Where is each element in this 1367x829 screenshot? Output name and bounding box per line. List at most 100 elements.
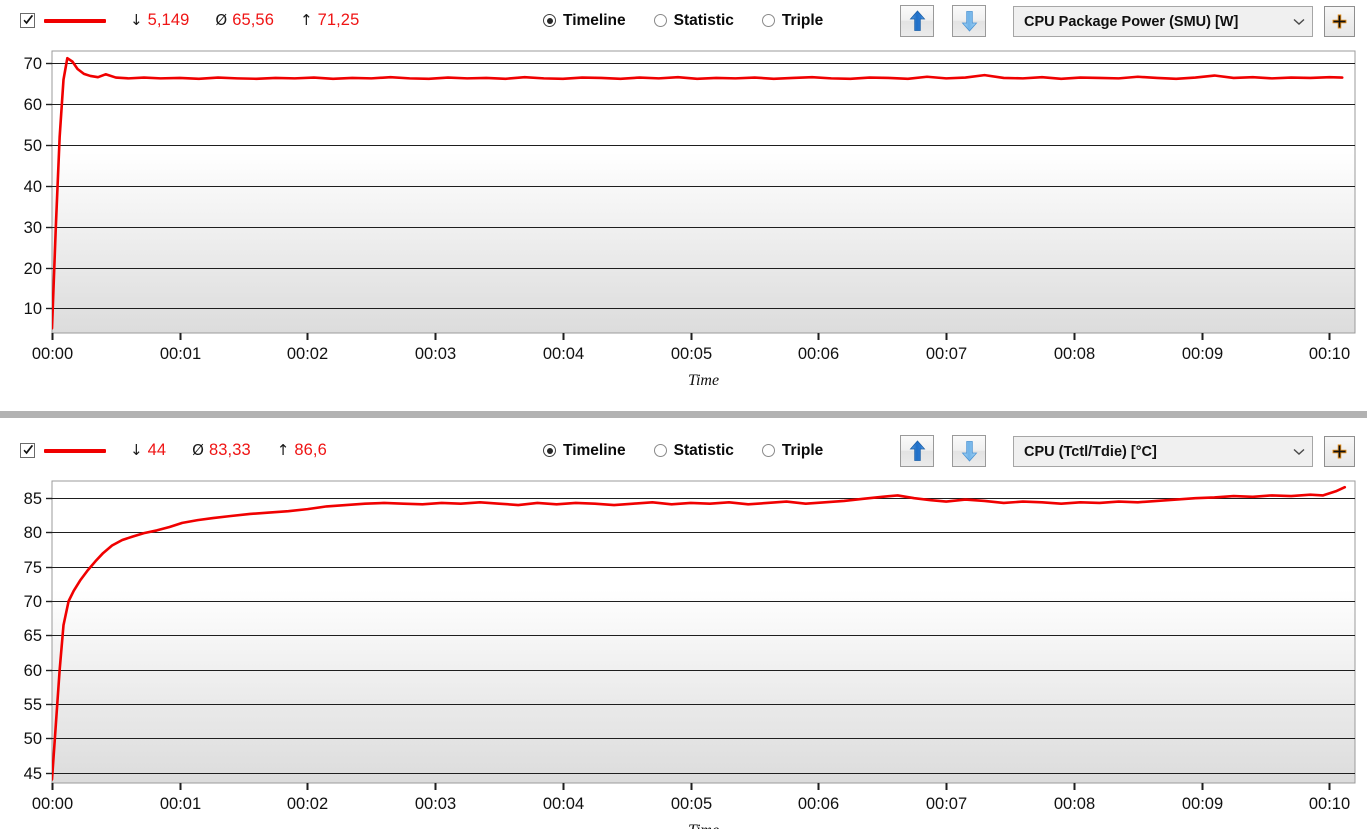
- radio-statistic[interactable]: Statistic: [653, 11, 734, 30]
- radio-dot-icon: [761, 444, 775, 457]
- plot-background: [51, 50, 1356, 334]
- radio-timeline[interactable]: Timeline: [543, 442, 626, 460]
- sensor-select-value: CPU (Tctl/Tdie) [°C]: [1024, 443, 1157, 460]
- sensor-select-value: CPU Package Power (SMU) [W]: [1024, 13, 1239, 30]
- stat-maximum-value: 71,25: [317, 11, 360, 29]
- y-axis-tick-label: 70: [24, 55, 42, 73]
- sensor-select[interactable]: CPU Package Power (SMU) [W]: [1013, 6, 1313, 37]
- view-mode-radio-group: Timeline Statistic Triple: [543, 430, 851, 471]
- hwinfo-sensor-graphs-window: ↓ 5,149 Ø 65,56 ↑ 71,25 Timeline Statist…: [0, 0, 1367, 829]
- move-up-button[interactable]: [900, 435, 934, 467]
- down-arrow-icon: ↓: [130, 11, 143, 29]
- stat-minimum: ↓ 5,149: [130, 11, 189, 30]
- x-axis-tick-label: 00:03: [415, 795, 456, 813]
- series-color-swatch: [44, 448, 106, 453]
- x-axis-tick-label: 00:10: [1309, 795, 1350, 813]
- stat-maximum: ↑ 71,25: [300, 11, 359, 30]
- radio-timeline-label: Timeline: [563, 11, 626, 29]
- chart-area-power: 10 20 30 40 50 60 70 00:00 00:01 00:02 00:03 00:04 0…: [0, 41, 1367, 410]
- radio-dot-icon: [543, 14, 556, 27]
- stat-minimum-value: 5,149: [147, 11, 190, 29]
- chevron-down-icon: [1286, 18, 1312, 26]
- line-chart-power: 10 20 30 40 50 60 70 00:00 00:01 00:02 00:03 00:04 0…: [24, 50, 1356, 389]
- move-up-button[interactable]: [900, 5, 934, 37]
- arrow-down-icon: [961, 11, 977, 32]
- y-axis-tick-label: 10: [24, 300, 42, 318]
- sensor-select[interactable]: CPU (Tctl/Tdie) [°C]: [1013, 436, 1313, 467]
- chart-area-temperature: 45 50 55 60 65 70 75 80 85 00:00 00:01 00:02 00:03 00…: [0, 471, 1367, 829]
- y-axis-tick-label: 45: [24, 765, 42, 783]
- y-axis-tick-label: 75: [24, 559, 42, 577]
- series-visibility-checkbox[interactable]: [20, 13, 35, 28]
- sensor-graph-panel-temperature: ↓ 44 Ø 83,33 ↑ 86,6 Timeline Statistic T…: [0, 430, 1367, 829]
- radio-dot-icon: [653, 14, 667, 27]
- stat-average: Ø 65,56: [215, 11, 274, 30]
- add-sensor-button[interactable]: [1324, 6, 1355, 37]
- x-axis-tick-label: 00:07: [926, 345, 967, 363]
- arrow-up-icon: [909, 10, 925, 31]
- radio-dot-icon: [653, 444, 667, 457]
- series-visibility-checkbox[interactable]: [20, 443, 35, 458]
- y-axis-tick-label: 60: [24, 662, 42, 680]
- y-axis-tick-label: 70: [24, 593, 42, 611]
- x-axis-tick-label: 00:07: [926, 795, 967, 813]
- y-axis-tick-label: 60: [24, 96, 42, 114]
- x-axis-tick-label: 00:08: [1054, 345, 1095, 363]
- x-axis-tick-label: 00:02: [287, 345, 328, 363]
- average-icon: Ø: [215, 11, 228, 29]
- x-axis-tick-label: 00:01: [160, 795, 201, 813]
- x-axis-tick-label: 00:03: [415, 345, 456, 363]
- panel-toolbar: ↓ 44 Ø 83,33 ↑ 86,6 Timeline Statistic T…: [0, 430, 1367, 471]
- radio-triple[interactable]: Triple: [761, 12, 823, 30]
- x-axis-tick-label: 00:01: [160, 345, 201, 363]
- x-axis-tick-label: 00:05: [671, 795, 712, 813]
- y-axis-tick-label: 50: [24, 730, 42, 748]
- arrow-up-icon: [909, 440, 925, 461]
- up-arrow-icon: ↑: [299, 11, 313, 29]
- y-axis-tick-label: 40: [24, 178, 42, 196]
- radio-dot-icon: [543, 444, 556, 457]
- y-axis-tick-label: 80: [24, 524, 42, 542]
- stat-average-value: 65,56: [232, 11, 274, 29]
- checkmark-icon: [23, 445, 34, 455]
- x-axis-title: Time: [688, 822, 719, 829]
- add-sensor-button[interactable]: [1324, 436, 1355, 467]
- radio-statistic-label: Statistic: [673, 441, 734, 459]
- stat-average-value: 83,33: [208, 441, 251, 459]
- x-axis-tick-label: 00:05: [671, 345, 712, 363]
- plus-icon: [1332, 444, 1347, 459]
- series-color-swatch: [44, 18, 106, 23]
- y-axis-tick-label: 30: [24, 219, 42, 237]
- x-axis-tick-label: 00:00: [32, 345, 73, 363]
- x-axis-tick-label: 00:06: [798, 345, 839, 363]
- y-axis-tick-label: 55: [24, 696, 42, 714]
- move-down-button[interactable]: [952, 5, 986, 37]
- x-axis-tick-label: 00:06: [798, 795, 839, 813]
- series-statistics: ↓ 5,149 Ø 65,56 ↑ 71,25: [130, 11, 385, 30]
- radio-triple[interactable]: Triple: [761, 442, 823, 460]
- radio-statistic-label: Statistic: [673, 11, 734, 29]
- average-icon: Ø: [192, 441, 204, 459]
- x-axis-tick-label: 00:09: [1182, 795, 1223, 813]
- radio-timeline[interactable]: Timeline: [543, 12, 626, 30]
- stat-minimum-value: 44: [147, 441, 167, 459]
- x-axis-tick-label: 00:08: [1054, 795, 1095, 813]
- panel-divider[interactable]: [0, 411, 1367, 418]
- stat-maximum-value: 86,6: [294, 441, 327, 459]
- checkmark-icon: [23, 15, 34, 25]
- view-mode-radio-group: Timeline Statistic Triple: [543, 0, 851, 41]
- x-axis-tick-label: 00:00: [32, 795, 73, 813]
- down-arrow-icon: ↓: [130, 441, 143, 459]
- x-axis-title: Time: [688, 372, 719, 389]
- x-axis-tick-label: 00:04: [543, 795, 584, 813]
- x-axis-tick-label: 00:09: [1182, 345, 1223, 363]
- radio-statistic[interactable]: Statistic: [653, 441, 734, 460]
- x-axis-tick-label: 00:02: [287, 795, 328, 813]
- up-arrow-icon: ↑: [276, 441, 290, 459]
- y-axis-tick-label: 85: [24, 490, 42, 508]
- move-down-button[interactable]: [952, 435, 986, 467]
- radio-dot-icon: [761, 14, 775, 27]
- plot-background: [51, 480, 1356, 784]
- stat-maximum: ↑ 86,6: [277, 441, 327, 460]
- chevron-down-icon: [1286, 448, 1312, 456]
